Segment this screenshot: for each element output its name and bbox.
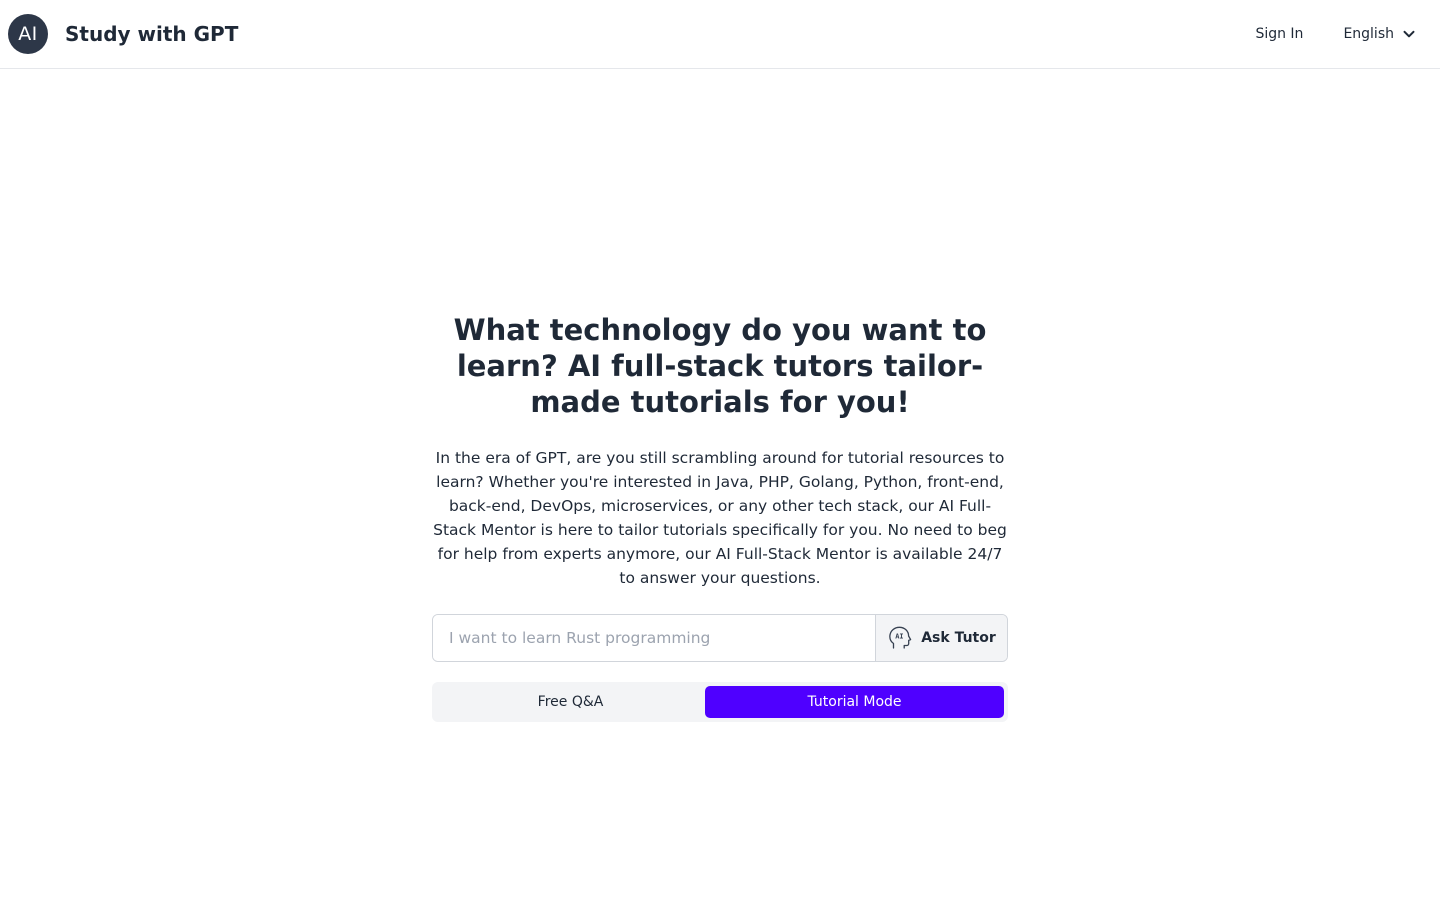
hero-section: What technology do you want to learn? AI…	[432, 312, 1008, 722]
hero-title: What technology do you want to learn? AI…	[453, 313, 987, 419]
topic-input[interactable]	[433, 615, 875, 661]
hero-description: In the era of GPT, are you still scrambl…	[433, 449, 1007, 587]
ask-tutor-label: Ask Tutor	[921, 630, 996, 646]
language-select[interactable]: English	[1343, 26, 1416, 42]
ask-tutor-button[interactable]: AI Ask Tutor	[875, 615, 1007, 661]
sign-in-link[interactable]: Sign In	[1255, 26, 1303, 42]
brand[interactable]: AI Study with GPT	[8, 14, 238, 54]
mode-free-qa[interactable]: Free Q&A	[436, 686, 705, 718]
language-selected-label: English	[1343, 26, 1394, 42]
mode-toggle: Free Q&A Tutorial Mode	[432, 682, 1008, 722]
mode-tutorial[interactable]: Tutorial Mode	[705, 686, 1004, 718]
svg-text:AI: AI	[895, 633, 903, 641]
chevron-down-icon	[1402, 27, 1416, 41]
top-navbar: AI Study with GPT Sign In English	[0, 0, 1440, 69]
nav-actions: Sign In English	[1255, 26, 1416, 42]
brand-title: Study with GPT	[65, 22, 239, 46]
ai-head-icon: AI	[887, 625, 913, 651]
ask-form: AI Ask Tutor	[432, 614, 1008, 662]
logo-avatar: AI	[8, 14, 48, 54]
